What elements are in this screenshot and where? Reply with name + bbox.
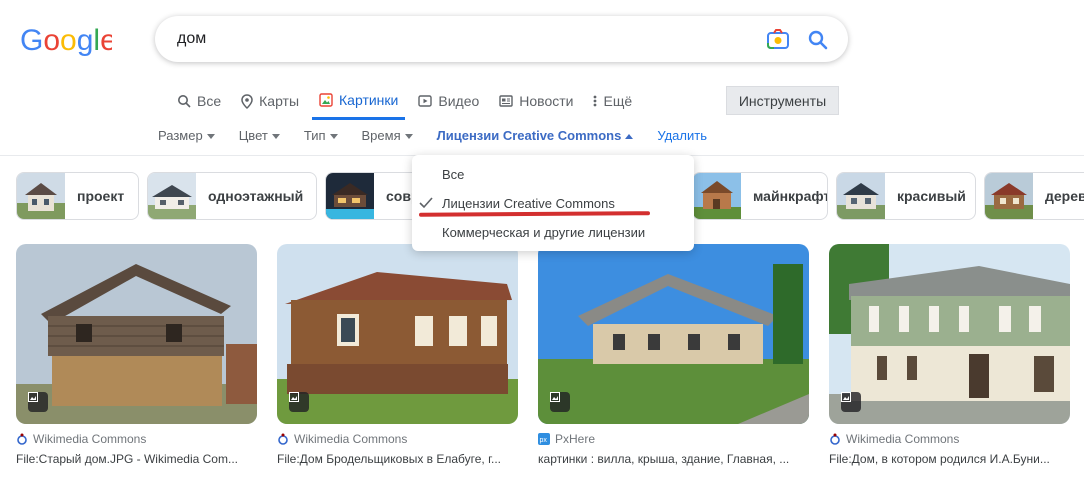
source-name: Wikimedia Commons — [294, 432, 408, 446]
filter-time[interactable]: Время — [362, 128, 413, 143]
camera-search-icon[interactable] — [766, 28, 790, 50]
caret-up-icon — [625, 133, 634, 139]
tab-video[interactable]: Видео — [411, 82, 486, 120]
source-name: Wikimedia Commons — [33, 432, 147, 446]
tab-all[interactable]: Все — [170, 82, 228, 120]
filter-label: Тип — [303, 128, 326, 143]
result-source[interactable]: Wikimedia Commons — [16, 432, 257, 446]
chip-label: проект — [77, 188, 125, 204]
result-thumbnail[interactable] — [16, 244, 257, 424]
chip-label: майнкрафт — [753, 188, 828, 204]
dropdown-item-commercial[interactable]: Коммерческая и другие лицензии — [442, 225, 645, 240]
wikimedia-icon — [278, 433, 288, 445]
filter-label: Цвет — [238, 128, 268, 143]
chip[interactable]: дерев — [984, 172, 1084, 220]
image-badge-icon — [289, 392, 309, 412]
chip[interactable]: красивый — [836, 172, 976, 220]
filter-type[interactable]: Тип — [304, 128, 338, 143]
result-title[interactable]: картинки : вилла, крыша, здание, Главная… — [538, 452, 809, 466]
dropdown-item-creative-commons[interactable]: Лицензии Creative Commons — [442, 196, 615, 211]
checkmark-icon — [419, 197, 433, 209]
image-badge-icon — [841, 392, 861, 412]
chip-thumbnail — [17, 173, 65, 219]
tab-more[interactable]: Ещё — [586, 82, 639, 120]
wikimedia-icon — [830, 433, 840, 445]
search-icon — [178, 95, 191, 108]
source-name: Wikimedia Commons — [846, 432, 960, 446]
result-title[interactable]: File:Дом, в котором родился И.А.Буни... — [829, 452, 1070, 466]
search-tabs: Все Карты Картинки Видео Новости Ещё — [170, 82, 645, 122]
filter-bar: Размер Цвет Тип Время Лицензии Creative … — [158, 128, 731, 143]
image-result[interactable]: Wikimedia Commons File:Дом, в котором ро… — [829, 244, 1070, 466]
chip-thumbnail — [693, 173, 741, 219]
chip[interactable]: одноэтажный — [147, 172, 317, 220]
tab-label: Новости — [519, 93, 574, 109]
filter-label: Размер — [158, 128, 203, 143]
map-pin-icon — [241, 93, 253, 109]
result-source[interactable]: Wikimedia Commons — [829, 432, 1070, 446]
chip-thumbnail — [837, 173, 885, 219]
green-two-storey-house-image — [829, 244, 1070, 424]
svg-text:px: px — [540, 437, 548, 444]
chip[interactable]: майнкрафт — [692, 172, 828, 220]
image-badge-icon — [550, 392, 570, 412]
chip-label: дерев — [1045, 188, 1084, 204]
tab-label: Все — [197, 93, 222, 109]
chip-thumbnail — [326, 173, 374, 219]
chip[interactable]: проект — [16, 172, 139, 220]
result-source[interactable]: px PxHere — [538, 432, 809, 446]
video-icon — [418, 95, 433, 107]
chip-label: красивый — [897, 188, 966, 204]
google-logo[interactable]: Google — [20, 22, 112, 56]
caret-down-icon — [271, 133, 280, 139]
caret-down-icon — [404, 133, 413, 139]
pxhere-icon: px — [538, 433, 550, 445]
search-box[interactable]: дом — [155, 16, 848, 62]
caret-down-icon — [329, 133, 338, 139]
chip-label: одноэтажный — [208, 188, 304, 204]
tab-news[interactable]: Новости — [492, 82, 580, 120]
image-badge-icon — [28, 392, 48, 412]
wikimedia-icon — [17, 433, 27, 445]
result-thumbnail[interactable] — [538, 244, 809, 424]
image-result[interactable]: Wikimedia Commons File:Дом Бродельщиковы… — [277, 244, 518, 466]
tab-maps[interactable]: Карты — [234, 82, 306, 120]
result-thumbnail[interactable] — [277, 244, 518, 424]
tab-label: Карты — [259, 93, 300, 109]
search-input[interactable]: дом — [177, 30, 206, 48]
result-title[interactable]: File:Старый дом.JPG - Wikimedia Com... — [16, 452, 257, 466]
search-icon[interactable] — [806, 28, 830, 52]
license-dropdown: Все Лицензии Creative Commons Коммерческ… — [412, 155, 694, 251]
more-vert-icon — [594, 95, 597, 107]
caret-down-icon — [206, 133, 215, 139]
filter-license[interactable]: Лицензии Creative Commons — [437, 128, 634, 143]
chip-thumbnail — [148, 173, 196, 219]
image-result[interactable]: px PxHere картинки : вилла, крыша, здани… — [538, 244, 809, 466]
result-source[interactable]: Wikimedia Commons — [277, 432, 518, 446]
old-wooden-house-image — [16, 244, 257, 424]
brown-wooden-house-image — [277, 244, 518, 424]
tab-label: Ещё — [603, 93, 633, 109]
tab-label: Видео — [438, 93, 480, 109]
filter-color[interactable]: Цвет — [239, 128, 280, 143]
filter-label: Время — [361, 128, 401, 143]
image-icon — [319, 92, 333, 107]
log-villa-image — [538, 244, 809, 424]
source-name: PxHere — [555, 432, 596, 446]
result-title[interactable]: File:Дом Бродельщиковых в Елабуге, г... — [277, 452, 518, 466]
tab-images[interactable]: Картинки — [312, 82, 406, 120]
filter-size[interactable]: Размер — [158, 128, 215, 143]
tab-label: Картинки — [339, 91, 399, 108]
svg-text:Google: Google — [20, 24, 112, 56]
filter-label: Лицензии Creative Commons — [436, 128, 622, 143]
dropdown-item-all[interactable]: Все — [442, 167, 464, 182]
image-result[interactable]: Wikimedia Commons File:Старый дом.JPG - … — [16, 244, 257, 466]
clear-filters-link[interactable]: Удалить — [657, 128, 707, 143]
news-icon — [499, 95, 513, 107]
chip-thumbnail — [985, 173, 1033, 219]
result-thumbnail[interactable] — [829, 244, 1070, 424]
tools-button[interactable]: Инструменты — [726, 86, 839, 115]
